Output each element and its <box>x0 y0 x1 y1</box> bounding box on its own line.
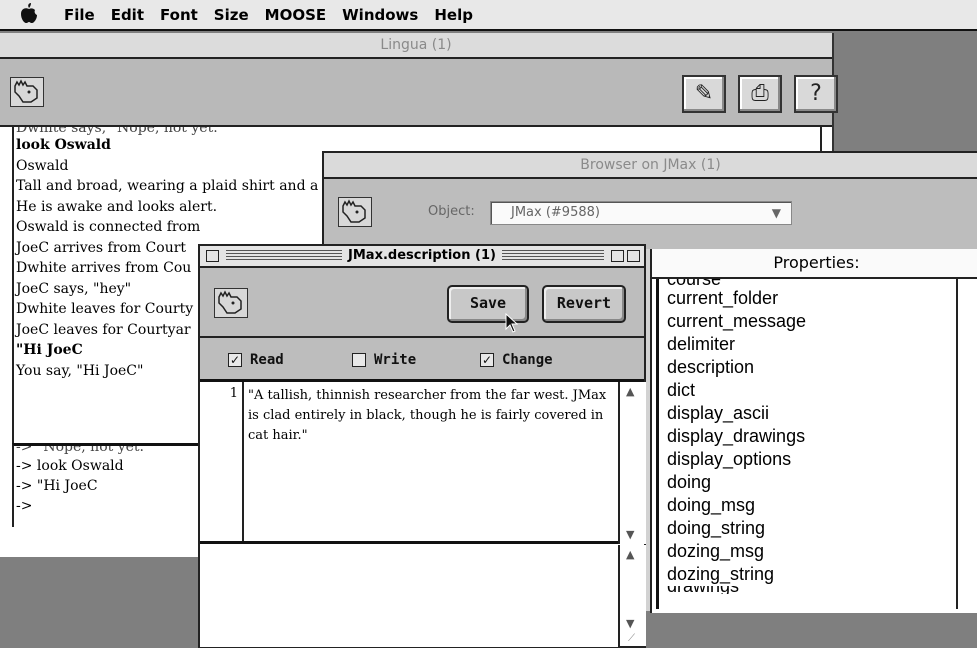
read-label: Read <box>250 352 284 368</box>
property-item[interactable]: doing_msg <box>667 494 956 517</box>
property-item[interactable]: display_ascii <box>667 402 956 425</box>
help-icon: ? <box>810 81 822 106</box>
line-number: 1 <box>229 386 238 401</box>
line-number-gutter: 1 <box>200 382 244 541</box>
revert-button[interactable]: Revert <box>542 285 626 323</box>
property-item-cut: course <box>667 279 956 287</box>
lingua-title: Lingua (1) <box>380 37 452 53</box>
property-item[interactable]: doing_string <box>667 517 956 540</box>
browser-titlebar[interactable]: Browser on JMax (1) <box>324 153 977 179</box>
property-item[interactable]: dozing_string <box>667 563 956 586</box>
read-checkbox[interactable]: ✓ <box>228 353 242 367</box>
description-toolbar: Save Revert <box>200 268 644 338</box>
property-item[interactable]: delimiter <box>667 333 956 356</box>
write-permission[interactable]: Write <box>352 352 416 368</box>
edit-pencil-button[interactable]: ✎ <box>682 75 726 113</box>
description-input-area[interactable] <box>200 545 618 647</box>
change-label: Change <box>502 352 553 368</box>
menu-windows[interactable]: Windows <box>342 6 418 24</box>
property-item[interactable]: dozing_msg <box>667 540 956 563</box>
moose-icon[interactable] <box>214 288 248 318</box>
chevron-down-icon: ▼ <box>771 206 781 220</box>
property-item[interactable]: display_options <box>667 448 956 471</box>
properties-header: Properties: <box>652 249 977 279</box>
object-label: Object: <box>428 204 475 219</box>
moose-icon[interactable] <box>10 77 44 107</box>
write-checkbox[interactable] <box>352 353 366 367</box>
menu-help[interactable]: Help <box>434 6 473 24</box>
change-permission[interactable]: ✓ Change <box>480 352 553 368</box>
scroll-up-icon[interactable]: ▲ <box>626 385 634 398</box>
mouse-pointer-icon <box>505 312 519 338</box>
input-scrollbar[interactable]: ▲ ▼ ⟋ <box>618 545 646 646</box>
description-titlebar[interactable]: JMax.description (1) <box>200 246 644 268</box>
properties-side-pane <box>956 279 977 609</box>
menu-file[interactable]: File <box>64 6 95 24</box>
property-item[interactable]: doing <box>667 471 956 494</box>
scroll-up-icon[interactable]: ▲ <box>626 548 634 561</box>
menu-size[interactable]: Size <box>214 6 249 24</box>
property-item[interactable]: current_message <box>667 310 956 333</box>
tray-icon: ⎙ <box>751 81 769 106</box>
permissions-bar: ✓ Read Write ✓ Change <box>200 338 644 382</box>
description-text[interactable]: "A tallish, thinnish researcher from the… <box>248 386 614 446</box>
description-title: JMax.description (1) <box>342 248 502 263</box>
menu-font[interactable]: Font <box>160 6 198 24</box>
property-item-cut: drawings <box>667 586 956 594</box>
write-label: Write <box>374 352 417 368</box>
property-item[interactable]: description <box>667 356 956 379</box>
lingua-toolbar: ✎ ⎙ ? <box>0 59 838 127</box>
transcript-cut-line: Dwhite says, "Nope, not yet." <box>16 127 225 135</box>
collapse-box-icon[interactable] <box>627 250 640 262</box>
moose-icon[interactable] <box>338 197 372 227</box>
property-item[interactable]: dict <box>667 379 956 402</box>
description-text-area[interactable]: 1 "A tallish, thinnish researcher from t… <box>200 382 618 544</box>
description-editor-window: JMax.description (1) Save Revert ✓ Read … <box>198 244 646 648</box>
scroll-down-icon[interactable]: ▼ <box>626 528 634 541</box>
pencil-icon: ✎ <box>694 81 714 106</box>
property-item[interactable]: current_folder <box>667 287 956 310</box>
description-scrollbar[interactable]: ▲ ▼ <box>618 382 646 544</box>
zoom-box-icon[interactable] <box>611 250 624 262</box>
property-items: current_folder current_message delimiter de… <box>667 287 956 594</box>
properties-list[interactable]: course current_foldercurrent_messagedeli… <box>656 279 956 609</box>
help-button[interactable]: ? <box>794 75 838 113</box>
lingua-titlebar[interactable]: Lingua (1) <box>0 33 832 59</box>
apple-menu-icon[interactable] <box>20 3 50 26</box>
resize-grip-icon[interactable]: ⟋ <box>628 633 635 644</box>
menu-bar: File Edit Font Size MOOSE Windows Help <box>0 0 977 31</box>
menu-moose[interactable]: MOOSE <box>265 6 326 24</box>
properties-pane: Properties: course current_foldercurrent… <box>650 249 977 613</box>
scroll-down-icon[interactable]: ▼ <box>626 617 634 630</box>
read-permission[interactable]: ✓ Read <box>228 352 284 368</box>
change-checkbox[interactable]: ✓ <box>480 353 494 367</box>
browser-title: Browser on JMax (1) <box>580 157 721 173</box>
object-select[interactable]: JMax (#9588) ▼ <box>490 201 792 225</box>
object-value: JMax (#9588) <box>511 205 600 220</box>
property-item[interactable]: display_drawings <box>667 425 956 448</box>
menu-edit[interactable]: Edit <box>111 6 144 24</box>
inbox-button[interactable]: ⎙ <box>738 75 782 113</box>
